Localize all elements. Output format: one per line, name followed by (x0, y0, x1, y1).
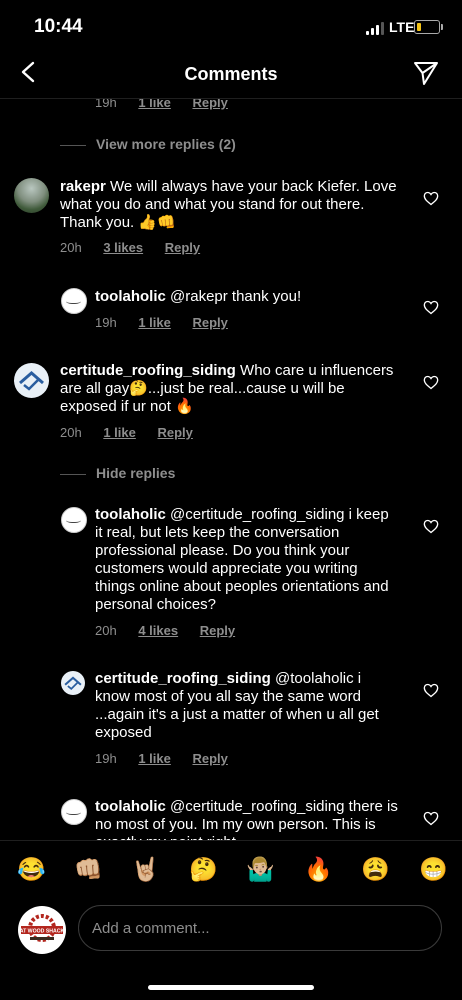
likes-link[interactable]: 1 like (138, 315, 171, 330)
likes-link[interactable]: 1 like (103, 425, 136, 440)
emoji-button[interactable]: 😁 (419, 856, 448, 882)
heart-icon[interactable] (423, 191, 439, 206)
reply-link[interactable]: Reply (157, 425, 192, 440)
status-time: 10:44 (34, 16, 83, 37)
avatar[interactable] (14, 363, 49, 398)
reply-link[interactable]: Reply (192, 751, 227, 766)
comment-username[interactable]: rakepr (60, 178, 106, 195)
emoji-button[interactable]: 👊🏼 (74, 856, 103, 882)
emoji-button[interactable]: 🤷🏼‍♂️ (246, 856, 275, 882)
comment-username[interactable]: certitude_roofing_siding (60, 362, 236, 379)
comment-username[interactable]: toolaholic (95, 798, 166, 815)
comment-meta: 20h 3 likes Reply (60, 240, 201, 255)
my-avatar: AT WOOD SHACK (18, 906, 66, 954)
comment-text: certitude_roofing_siding Who care u infl… (60, 362, 394, 415)
emoji-button[interactable]: 😂 (17, 856, 46, 882)
comment-text: toolaholic @certitude_roofing_siding i k… (95, 506, 389, 613)
network-label: LTE (389, 19, 415, 35)
heart-icon[interactable] (423, 375, 439, 390)
comment-text: rakepr We will always have your back Kie… (60, 178, 397, 231)
comment-text: toolaholic @certitude_roofing_siding the… (95, 798, 398, 840)
avatar[interactable] (61, 671, 85, 695)
view-more-replies[interactable]: View more replies (2) (60, 136, 236, 152)
battery-icon (414, 20, 443, 34)
reply-link[interactable]: Reply (192, 315, 227, 330)
heart-icon[interactable] (423, 683, 439, 698)
avatar[interactable] (14, 178, 49, 213)
emoji-button[interactable]: 😩 (361, 856, 390, 882)
emoji-button[interactable]: 🤔 (189, 856, 218, 882)
comment-meta: 19h 1 like Reply (95, 98, 228, 110)
emoji-quick-bar: 😂 👊🏼 🤘🏼 🤔 🤷🏼‍♂️ 🔥 😩 😁 (0, 840, 462, 899)
comment-text: certitude_roofing_siding @toolaholic i k… (95, 670, 379, 741)
logo-icon: AT WOOD SHACK (20, 914, 65, 942)
emoji-button[interactable]: 🔥 (304, 856, 333, 882)
reply-link[interactable]: Reply (192, 98, 227, 110)
heart-icon[interactable] (423, 300, 439, 315)
avatar[interactable] (61, 288, 87, 314)
likes-link[interactable]: 3 likes (103, 240, 143, 255)
avatar[interactable] (61, 507, 87, 533)
comment-username[interactable]: toolaholic (95, 288, 166, 305)
nav-header: Comments (0, 52, 462, 99)
send-icon[interactable] (412, 60, 440, 86)
heart-icon[interactable] (423, 811, 439, 826)
comments-list: 19h 1 like Reply View more replies (2) r… (0, 98, 462, 840)
status-bar: 10:44 LTE (0, 0, 462, 52)
comment-meta: 19h 1 like Reply (95, 315, 228, 330)
comment-input[interactable]: Add a comment... (78, 905, 442, 951)
likes-link[interactable]: 4 likes (138, 623, 178, 638)
reply-link[interactable]: Reply (200, 623, 235, 638)
avatar[interactable] (61, 799, 87, 825)
comment-meta: 20h 4 likes Reply (95, 623, 236, 638)
hide-replies[interactable]: Hide replies (60, 465, 175, 481)
comment-meta: 19h 1 like Reply (95, 751, 228, 766)
house-logo-icon (19, 371, 44, 391)
emoji-button[interactable]: 🤘🏼 (131, 856, 160, 882)
comment-username[interactable]: certitude_roofing_siding (95, 670, 271, 687)
comment-text: toolaholic @rakepr thank you! (95, 288, 302, 305)
home-indicator (148, 985, 314, 990)
likes-link[interactable]: 1 like (138, 751, 171, 766)
heart-icon[interactable] (423, 519, 439, 534)
avatar-text: AT WOOD SHACK (20, 929, 65, 935)
comment-meta: 20h 1 like Reply (60, 425, 193, 440)
comment-username[interactable]: toolaholic (95, 506, 166, 523)
comment-composer: AT WOOD SHACK Add a comment... (0, 898, 462, 963)
signal-icon (366, 22, 386, 35)
page-title: Comments (184, 64, 278, 84)
likes-link[interactable]: 1 like (138, 98, 171, 110)
reply-link[interactable]: Reply (165, 240, 200, 255)
house-logo-icon (64, 676, 82, 690)
comment-input-placeholder: Add a comment... (92, 920, 210, 937)
